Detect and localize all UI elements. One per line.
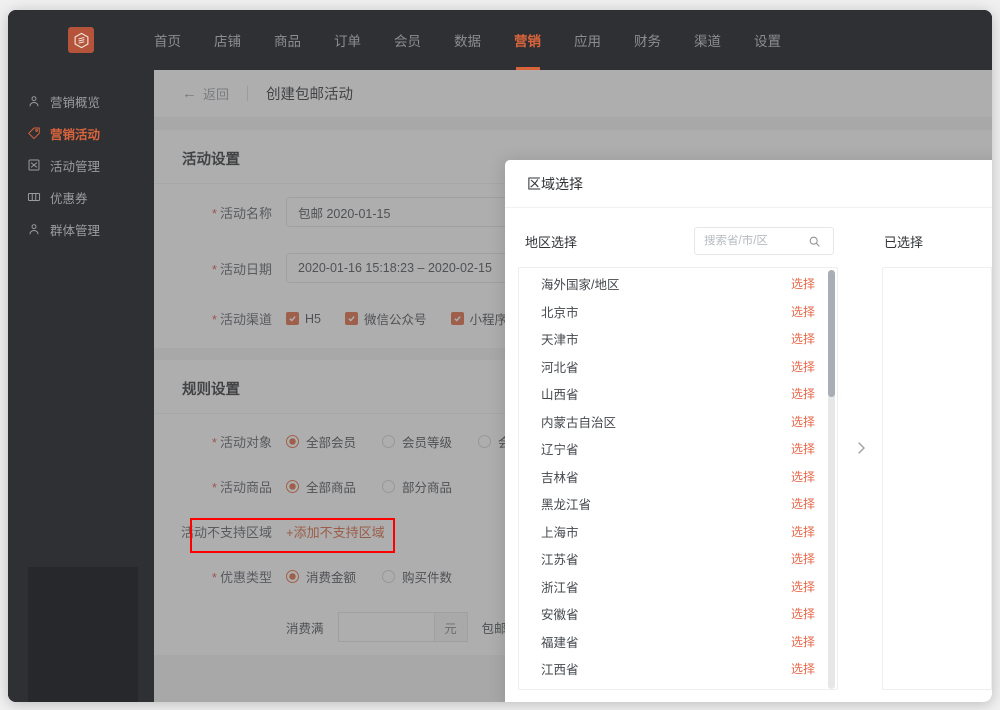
region-pick-button[interactable]: 选择 [791, 495, 815, 512]
list-item[interactable]: 吉林省 选择 [519, 463, 837, 491]
region-pick-button[interactable]: 选择 [791, 523, 815, 540]
region-name: 安徽省 [541, 608, 579, 623]
region-pick-button[interactable]: 选择 [791, 385, 815, 402]
coupon-icon [26, 190, 41, 205]
region-search-box[interactable] [694, 227, 834, 255]
transfer-arrow-button[interactable] [840, 208, 882, 702]
sidebar: 营销概览 营销活动 活动管理 优惠券 群体管理 [8, 70, 154, 702]
search-icon[interactable] [808, 235, 821, 248]
list-item[interactable]: 江苏省 选择 [519, 545, 837, 573]
search-input[interactable] [704, 235, 808, 247]
list-item[interactable]: 河北省 选择 [519, 353, 837, 381]
region-name: 福建省 [541, 635, 579, 650]
tag-icon [26, 126, 41, 141]
grid-box-icon [26, 158, 41, 173]
sidebar-item-label: 营销概览 [50, 95, 101, 110]
region-name: 上海市 [541, 525, 579, 540]
nav-item-channels[interactable]: 渠道 [694, 22, 721, 58]
modal-body: 地区选择 海外国家/地区 选择 [505, 208, 992, 702]
nav-item-home[interactable]: 首页 [154, 22, 181, 58]
nav-item-members[interactable]: 会员 [394, 22, 421, 58]
region-select-label: 地区选择 [525, 234, 578, 250]
region-left-pane: 地区选择 海外国家/地区 选择 [505, 208, 840, 702]
sidebar-item-label: 活动管理 [50, 159, 101, 174]
scrollbar-thumb[interactable] [828, 270, 835, 397]
nav-item-marketing[interactable]: 营销 [514, 22, 541, 58]
region-name: 河北省 [541, 360, 579, 375]
region-name: 吉林省 [541, 470, 579, 485]
list-item[interactable]: 山西省 选择 [519, 380, 837, 408]
nav-item-orders[interactable]: 订单 [334, 22, 361, 58]
sidebar-item-activity-management[interactable]: 活动管理 [26, 149, 154, 181]
list-item[interactable]: 辽宁省 选择 [519, 435, 837, 463]
region-pick-button[interactable]: 选择 [791, 358, 815, 375]
sidebar-item-label: 营销活动 [50, 127, 101, 142]
list-item[interactable]: 上海市 选择 [519, 518, 837, 546]
region-list[interactable]: 海外国家/地区 选择 北京市 选择 天津市 选择 河北省 选择 山西省 选择 内… [518, 267, 838, 690]
region-name: 内蒙古自治区 [541, 415, 617, 430]
list-item[interactable]: 黑龙江省 选择 [519, 490, 837, 518]
list-item[interactable]: 海外国家/地区 选择 [519, 270, 837, 298]
app-window: 首页 店铺 商品 订单 会员 数据 营销 应用 财务 渠道 设置 营销概览 营销… [8, 10, 992, 702]
region-name: 海外国家/地区 [541, 278, 620, 293]
region-name: 江苏省 [541, 553, 579, 568]
nav-item-apps[interactable]: 应用 [574, 22, 601, 58]
selected-label: 已选择 [884, 234, 924, 250]
person-icon [26, 222, 41, 237]
sidebar-item-label: 群体管理 [50, 223, 101, 238]
nav-item-finance[interactable]: 财务 [634, 22, 661, 58]
top-navigation-bar: 首页 店铺 商品 订单 会员 数据 营销 应用 财务 渠道 设置 [8, 10, 992, 70]
region-pick-button[interactable]: 选择 [791, 660, 815, 677]
region-pick-button[interactable]: 选择 [791, 303, 815, 320]
sidebar-item-marketing-activity[interactable]: 营销活动 [26, 117, 154, 149]
list-item[interactable]: 安徽省 选择 [519, 600, 837, 628]
region-pick-button[interactable]: 选择 [791, 413, 815, 430]
region-pick-button[interactable]: 选择 [791, 440, 815, 457]
list-item[interactable]: 江西省 选择 [519, 655, 837, 683]
region-pick-button[interactable]: 选择 [791, 468, 815, 485]
region-pane-header: 地区选择 [518, 226, 840, 256]
region-list-scrollbar[interactable] [828, 270, 835, 689]
sidebar-item-label: 优惠券 [50, 191, 88, 206]
sidebar-item-marketing-overview[interactable]: 营销概览 [26, 85, 154, 117]
sidebar-bottom-panel [28, 567, 138, 702]
sidebar-item-coupons[interactable]: 优惠券 [26, 181, 154, 213]
sidebar-item-list: 营销概览 营销活动 活动管理 优惠券 群体管理 [8, 70, 154, 245]
region-pick-button[interactable]: 选择 [791, 330, 815, 347]
list-item[interactable]: 内蒙古自治区 选择 [519, 408, 837, 436]
region-name: 江西省 [541, 663, 579, 678]
list-item[interactable]: 浙江省 选择 [519, 573, 837, 601]
region-pick-button[interactable]: 选择 [791, 605, 815, 622]
nav-item-data[interactable]: 数据 [454, 22, 481, 58]
region-pick-button[interactable]: 选择 [791, 550, 815, 567]
region-name: 辽宁省 [541, 443, 579, 458]
region-name: 黑龙江省 [541, 498, 592, 513]
region-pick-button[interactable]: 选择 [791, 578, 815, 595]
selected-right-pane: 已选择 [882, 208, 992, 702]
list-item[interactable]: 北京市 选择 [519, 298, 837, 326]
region-pick-button[interactable]: 选择 [791, 275, 815, 292]
region-name: 天津市 [541, 333, 579, 348]
region-selection-modal: 区域选择 地区选择 搜索省/市/区 海外国家/地区 选择 北京市 选择 天津市 … [505, 160, 992, 702]
region-pick-button[interactable]: 选择 [791, 633, 815, 650]
selected-region-list[interactable] [882, 267, 992, 690]
region-list-inner: 海外国家/地区 选择 北京市 选择 天津市 选择 河北省 选择 山西省 选择 内… [519, 268, 837, 683]
sidebar-item-group-management[interactable]: 群体管理 [26, 213, 154, 245]
list-item[interactable]: 天津市 选择 [519, 325, 837, 353]
nav-item-shop[interactable]: 店铺 [214, 22, 241, 58]
nav-item-list: 首页 店铺 商品 订单 会员 数据 营销 应用 财务 渠道 设置 [154, 22, 814, 58]
nav-item-goods[interactable]: 商品 [274, 22, 301, 58]
list-item[interactable]: 福建省 选择 [519, 628, 837, 656]
region-name: 北京市 [541, 305, 579, 320]
region-name: 山西省 [541, 388, 579, 403]
modal-title: 区域选择 [505, 160, 992, 208]
hexagon-logo-icon[interactable] [68, 27, 94, 53]
region-name: 浙江省 [541, 580, 579, 595]
nav-item-settings[interactable]: 设置 [754, 22, 781, 58]
person-icon [26, 94, 41, 109]
